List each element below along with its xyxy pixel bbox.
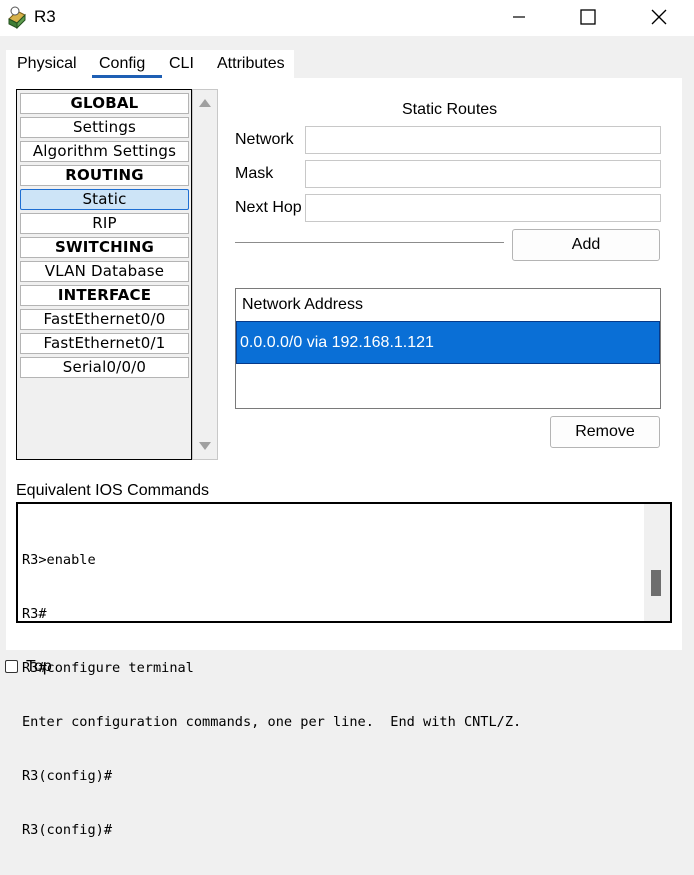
title-bar: R3 — [0, 0, 694, 36]
console-scroll-thumb[interactable] — [651, 570, 661, 596]
sidebar-header-interface[interactable]: INTERFACE — [20, 285, 189, 306]
add-button[interactable]: Add — [512, 229, 660, 261]
top-label: Top — [26, 658, 52, 675]
next-hop-input[interactable] — [305, 194, 661, 222]
sidebar-item-vlan-database[interactable]: VLAN Database — [20, 261, 189, 282]
console-line: R3#configure terminal — [22, 660, 194, 676]
console-output: R3>enable R3# R3#configure terminal Ente… — [22, 515, 521, 875]
sidebar-item-rip[interactable]: RIP — [20, 213, 189, 234]
divider — [235, 242, 504, 243]
sidebar-item-fastethernet0-1[interactable]: FastEthernet0/1 — [20, 333, 189, 354]
sidebar-item-serial0-0-0[interactable]: Serial0/0/0 — [20, 357, 189, 378]
console-line: R3(config)# — [22, 822, 113, 838]
maximize-icon — [580, 9, 596, 25]
scroll-down-icon[interactable] — [199, 442, 211, 450]
close-button[interactable] — [636, 0, 682, 34]
sidebar-scrollbar[interactable] — [192, 89, 218, 460]
sidebar-item-settings[interactable]: Settings — [20, 117, 189, 138]
tab-config[interactable]: Config — [99, 55, 145, 73]
console-line: Enter configuration commands, one per li… — [22, 714, 522, 730]
minimize-button[interactable] — [496, 0, 542, 34]
tab-physical[interactable]: Physical — [17, 55, 77, 73]
console-line: R3# — [22, 606, 47, 622]
sidebar-item-algorithm-settings[interactable]: Algorithm Settings — [20, 141, 189, 162]
sidebar-header-routing[interactable]: ROUTING — [20, 165, 189, 186]
network-label: Network — [235, 131, 294, 148]
sidebar-item-static[interactable]: Static — [20, 189, 189, 210]
scroll-up-icon[interactable] — [199, 99, 211, 107]
network-address-table: Network Address 0.0.0.0/0 via 192.168.1.… — [235, 288, 661, 409]
network-input[interactable] — [305, 126, 661, 154]
ios-console[interactable]: R3>enable R3# R3#configure terminal Ente… — [16, 502, 672, 838]
console-line: R3>enable — [22, 552, 96, 568]
tab-cli[interactable]: CLI — [169, 55, 194, 73]
maximize-button[interactable] — [565, 0, 611, 34]
sidebar-header-global[interactable]: GLOBAL — [20, 93, 189, 114]
remove-button[interactable]: Remove — [550, 416, 660, 448]
console-scrollbar[interactable] — [644, 504, 670, 621]
sidebar-item-fastethernet0-0[interactable]: FastEthernet0/0 — [20, 309, 189, 330]
static-routes-title: Static Routes — [402, 101, 498, 118]
tab-strip: Physical Config CLI Attributes — [6, 50, 294, 78]
router-icon — [8, 6, 26, 29]
mask-input[interactable] — [305, 160, 661, 188]
console-line: R3(config)# — [22, 768, 113, 784]
top-checkbox[interactable] — [5, 660, 18, 673]
next-hop-label: Next Hop — [235, 199, 302, 216]
table-row[interactable]: 0.0.0.0/0 via 192.168.1.121 — [236, 321, 660, 364]
window-title: R3 — [34, 7, 56, 26]
sidebar-header-switching[interactable]: SWITCHING — [20, 237, 189, 258]
tab-attributes[interactable]: Attributes — [217, 55, 285, 73]
network-address-header: Network Address — [242, 296, 363, 313]
minimize-icon — [513, 16, 525, 18]
close-icon — [651, 9, 667, 25]
ios-commands-label: Equivalent IOS Commands — [16, 482, 209, 499]
config-sidebar: GLOBAL Settings Algorithm Settings ROUTI… — [16, 89, 192, 460]
mask-label: Mask — [235, 165, 274, 182]
